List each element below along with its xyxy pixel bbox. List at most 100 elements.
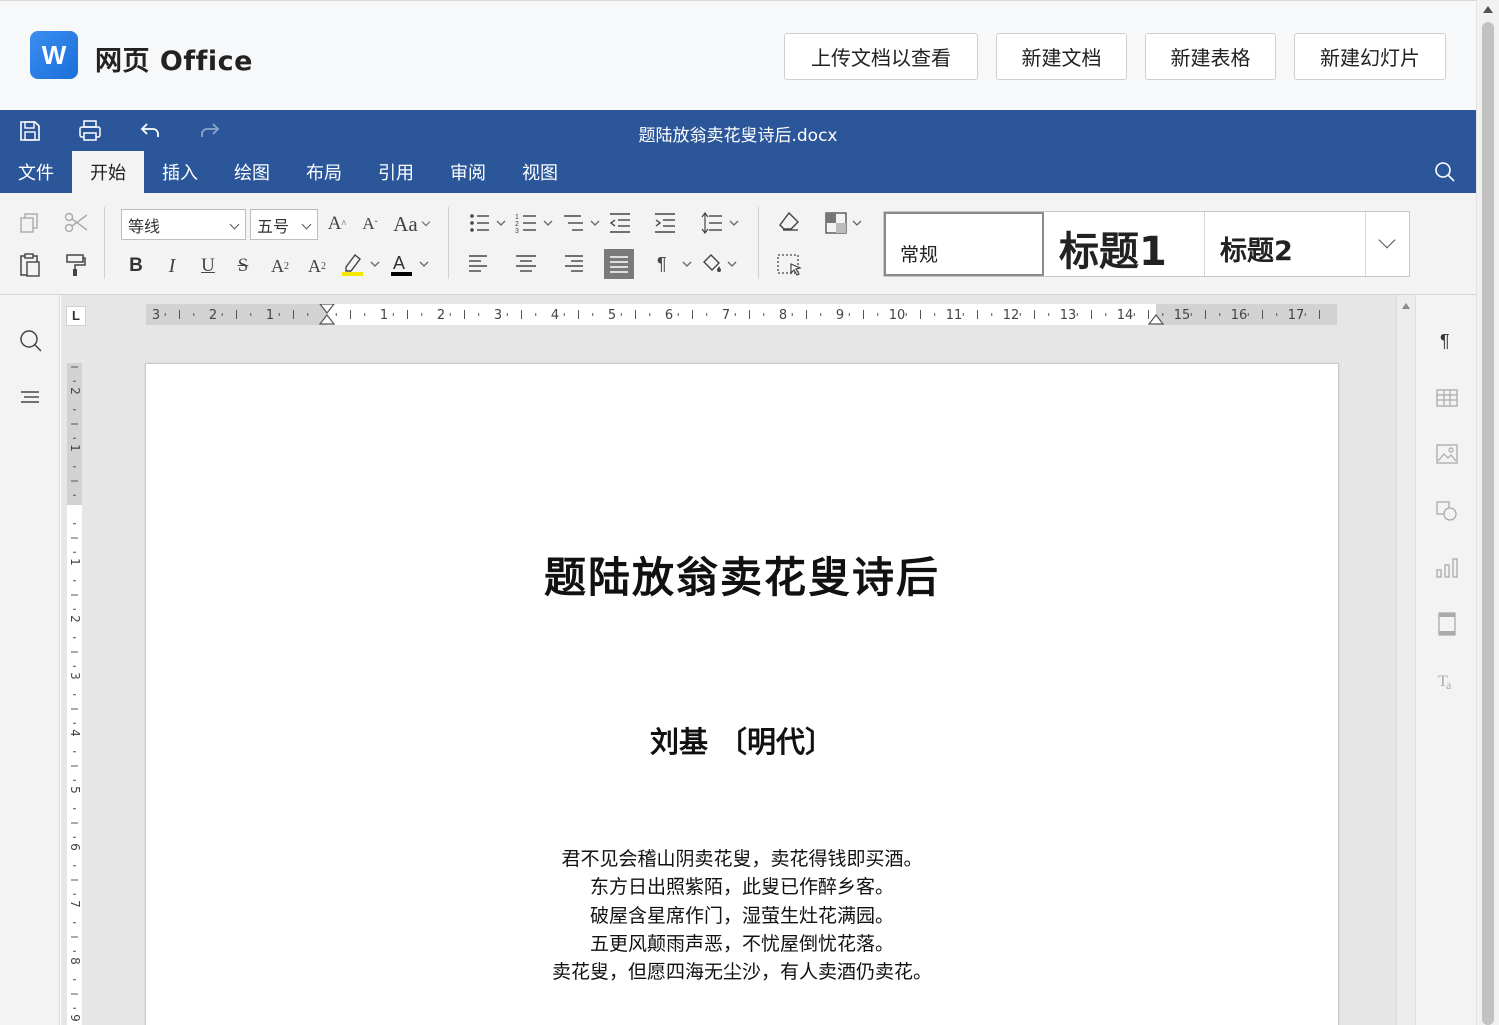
ruler-number: 6 (665, 308, 673, 323)
tab-stop-selector[interactable]: L (66, 306, 86, 326)
ruler-number: 1 (68, 444, 82, 452)
superscript-icon[interactable]: A2 (268, 253, 292, 279)
font-color-icon[interactable]: A (389, 251, 431, 279)
cut-icon[interactable] (63, 211, 89, 235)
paragraph-settings-icon[interactable]: ¶ (1434, 328, 1460, 354)
subscript-icon[interactable]: A2 (305, 253, 329, 279)
tab-draw[interactable]: 绘图 (216, 151, 288, 193)
tab-file[interactable]: 文件 (0, 151, 72, 193)
navigation-icon[interactable] (18, 385, 44, 411)
increase-indent-icon[interactable] (653, 210, 677, 236)
poem-line[interactable]: 东方日出照紫陌，此叟已作醉乡客。 (146, 872, 1338, 899)
ruler-number: 3 (68, 672, 82, 680)
poem-line[interactable]: 破屋含星席作门，湿萤生灶花满园。 (146, 901, 1338, 928)
table-settings-icon[interactable] (1434, 385, 1460, 411)
svg-text:A: A (393, 253, 405, 273)
styles-gallery: 常规 标题1 标题2 (883, 211, 1410, 277)
ribbon-separator (448, 207, 449, 279)
document-author[interactable]: 刘基 〔明代〕 (146, 719, 1338, 761)
shrink-font-icon[interactable]: Aˇ (359, 212, 381, 236)
align-justify-icon (610, 256, 628, 273)
ruler-number: 2 (209, 308, 217, 323)
ruler-number: 9 (68, 1014, 82, 1022)
tab-insert[interactable]: 插入 (144, 151, 216, 193)
document-workspace[interactable]: L 3 2 1 1 2 3 4 5 6 7 8 9 10 11 12 13 14 15 16 17 211234567… (61, 295, 1415, 1025)
paste-icon[interactable] (18, 252, 42, 278)
chevron-down-icon (1378, 231, 1396, 249)
scroll-up-arrow[interactable] (1483, 6, 1493, 13)
svg-text:a: a (1446, 678, 1452, 692)
svg-text:3: 3 (515, 228, 519, 235)
document-title[interactable]: 题陆放翁卖花叟诗后 (146, 544, 1338, 605)
poem-line[interactable]: 五更风颠雨声恶，不忧屋倒忧花落。 (146, 929, 1338, 956)
style-normal[interactable]: 常规 (884, 212, 1044, 276)
poem-line[interactable]: 卖花叟，但愿四海无尘沙，有人卖酒仍卖花。 (146, 957, 1338, 984)
strikethrough-icon[interactable]: S (232, 253, 254, 279)
paragraph-mark-icon[interactable]: ¶ (655, 252, 697, 276)
svg-text:¶: ¶ (1440, 331, 1450, 351)
app-title: 网页 Office (95, 46, 253, 77)
bullet-list-icon[interactable] (467, 210, 509, 236)
highlight-color-icon[interactable] (340, 251, 382, 279)
scrollbar-thumb[interactable] (1482, 22, 1494, 1025)
shading-icon[interactable] (700, 252, 742, 276)
select-icon[interactable] (776, 252, 804, 280)
ruler-number: 3 (494, 308, 502, 323)
format-painter-icon[interactable] (64, 252, 88, 278)
scroll-up-arrow[interactable] (1402, 303, 1410, 309)
tab-view[interactable]: 视图 (504, 151, 576, 193)
right-panel: ¶ T a (1415, 295, 1476, 1025)
line-spacing-icon[interactable] (700, 210, 742, 236)
shape-settings-icon[interactable] (1434, 498, 1460, 524)
poem-line[interactable]: 君不见会稽山阴卖花叟，卖花得钱即买酒。 (146, 844, 1338, 871)
header-footer-icon[interactable] (1434, 611, 1460, 637)
align-center-icon[interactable] (514, 252, 538, 276)
tab-references[interactable]: 引用 (360, 151, 432, 193)
decrease-indent-icon[interactable] (608, 210, 632, 236)
align-right-icon[interactable] (561, 252, 585, 276)
document-page[interactable]: 题陆放翁卖花叟诗后 刘基 〔明代〕 君不见会稽山阴卖花叟，卖花得钱即买酒。 东方… (145, 363, 1339, 1025)
text-art-icon[interactable]: T a (1434, 668, 1460, 694)
ruler-number: 4 (68, 729, 82, 737)
borders-icon[interactable] (824, 210, 866, 236)
ruler-number: 5 (68, 786, 82, 794)
font-name-value: 等线 (128, 216, 161, 236)
new-spreadsheet-button[interactable]: 新建表格 (1145, 33, 1276, 80)
font-size-select[interactable]: 五号 (250, 209, 318, 240)
document-scrollbar[interactable] (1396, 295, 1415, 1025)
ruler-number: 16 (1231, 308, 1248, 323)
chart-settings-icon[interactable] (1434, 555, 1460, 581)
style-heading2[interactable]: 标题2 (1205, 212, 1366, 276)
horizontal-ruler[interactable]: 3 2 1 1 2 3 4 5 6 7 8 9 10 11 12 13 14 15 16 17 (146, 304, 1337, 325)
change-case-icon[interactable]: Aa (390, 211, 432, 237)
new-presentation-button[interactable]: 新建幻灯片 (1294, 33, 1446, 80)
grow-font-icon[interactable]: A ^ (326, 212, 348, 236)
ruler-number: 2 (68, 387, 82, 395)
upload-view-button[interactable]: 上传文档以查看 (784, 33, 978, 80)
copy-icon[interactable] (18, 211, 42, 235)
justify-button[interactable] (604, 249, 634, 279)
ruler-number: 2 (437, 308, 445, 323)
left-panel (0, 295, 60, 1025)
tab-home[interactable]: 开始 (72, 151, 144, 193)
styles-more-button[interactable] (1366, 212, 1409, 276)
align-left-icon[interactable] (467, 252, 491, 276)
style-heading1[interactable]: 标题1 (1044, 212, 1205, 276)
window-scrollbar[interactable] (1476, 0, 1499, 1025)
multilevel-list-icon[interactable] (561, 210, 603, 236)
bold-icon[interactable]: B (125, 253, 147, 279)
underline-icon[interactable]: U (197, 253, 219, 279)
tab-layout[interactable]: 布局 (288, 151, 360, 193)
new-document-button[interactable]: 新建文档 (996, 33, 1127, 80)
search-icon[interactable] (1434, 161, 1456, 183)
numbered-list-icon[interactable]: 1 2 3 (514, 210, 556, 236)
ribbon-separator (104, 207, 105, 279)
vertical-ruler[interactable]: 2 1 1 2 3 4 5 6 7 8 9 (67, 363, 82, 1025)
tab-review[interactable]: 审阅 (432, 151, 504, 193)
logo-letter: W (41, 39, 67, 70)
font-name-select[interactable]: 等线 (121, 209, 246, 240)
image-settings-icon[interactable] (1434, 441, 1460, 467)
clear-format-icon[interactable] (777, 210, 801, 234)
italic-icon[interactable]: I (161, 253, 183, 279)
find-icon[interactable] (18, 328, 44, 354)
